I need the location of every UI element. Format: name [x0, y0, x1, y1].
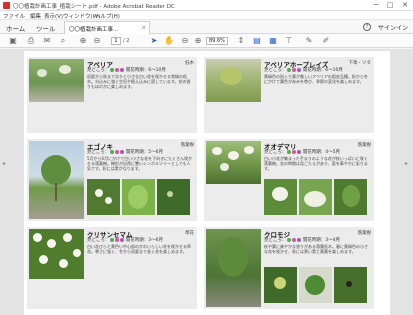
plant-category: 落葉樹 — [180, 143, 195, 148]
plant-description: 白い小花が集まった手まりのような花が枝いっぱいに咲く落葉樹。花の時期は見ごたえが… — [264, 156, 368, 171]
thumbnail-fruit — [157, 179, 190, 215]
thumbnail-flower — [264, 267, 297, 303]
plant-card: オオデマリ 落葉樹 見どころ： 開花時期：4～5月 白い小花が集まった手まりのよ… — [204, 139, 374, 221]
plant-meta: 見どころ： 開花時期：6～10月 — [87, 67, 166, 73]
toolbar: ▣ ⎙ ✉ ⌕ ⊕ ⊖ 1 / 2 ➤ ✋ ⊖ ⊕ 89.6% ⇕ ▤ ▦ ⊤ … — [0, 34, 413, 48]
thumbnail-flower — [264, 179, 297, 215]
plant-category: 下草・ツタ — [348, 61, 372, 66]
page-up-icon[interactable]: ⊕ — [78, 36, 88, 46]
scroll-mode-icon[interactable]: ▤ — [252, 36, 262, 46]
plant-description: 5月から6月にかけて白い小さな花を下向きにたくさん咲かせる落葉樹。樹形が自然に整… — [87, 156, 193, 171]
right-panel-toggle-icon[interactable]: ▸ — [405, 160, 408, 167]
menu-file[interactable]: ファイル — [3, 12, 25, 20]
sign-in-link[interactable]: サインイン — [378, 23, 408, 32]
select-cursor-icon[interactable]: ➤ — [149, 36, 159, 46]
tab-tools[interactable]: ツール — [36, 23, 56, 33]
maximize-button[interactable]: □ — [384, 1, 396, 9]
page-total: / 2 — [123, 38, 130, 44]
pen-icon[interactable]: ✐ — [321, 36, 331, 46]
fill-sign-icon[interactable]: ⊤ — [284, 36, 294, 46]
minimize-button[interactable]: ─ — [370, 1, 382, 9]
tab-document-label: 〇〇植栽計画工事... — [69, 27, 119, 33]
tab-document[interactable]: 〇〇植栽計画工事... × — [64, 21, 150, 34]
plant-photo — [206, 141, 261, 184]
plant-photo — [29, 141, 84, 219]
plant-card: アベリア 低木 見どころ： 開花時期：6～10月 初夏から秋まで次々と小さな白い… — [27, 57, 197, 133]
menu-edit[interactable]: 編集 — [30, 12, 41, 20]
tab-bar: ホーム ツール 〇〇植栽計画工事... × ? サインイン — [0, 20, 413, 34]
plant-category: 落葉樹 — [357, 143, 372, 148]
plant-meta: 見どころ： 開花時期：4～5月 — [264, 149, 341, 155]
email-icon[interactable]: ✉ — [42, 36, 52, 46]
print-icon[interactable]: ⎙ — [26, 36, 36, 46]
plant-photo — [206, 59, 261, 102]
plant-description: 白い花びらと黄色い中心部のかわいらしい花を咲かせる草花。寒さに強く、冬から初夏ま… — [87, 244, 191, 254]
menu-view[interactable]: 表示(V) — [44, 12, 63, 20]
plant-photo — [206, 229, 261, 307]
plant-description: 初夏から秋まで次々と小さな白い花を咲かせる常緑の低木。刈込みに強く生垣や植え込み… — [87, 74, 191, 89]
left-panel-toggle-icon[interactable]: ◂ — [2, 160, 5, 167]
close-window-button[interactable]: ✕ — [399, 1, 411, 9]
menu-bar: ファイル 編集 表示(V) ウィンドウ(W) ヘルプ(H) — [0, 11, 413, 20]
plant-card: アベリアホープレイズ 下草・ツタ 見どころ： 開花時期：6～10月 黄緑色の斑入… — [204, 57, 374, 133]
help-icon[interactable]: ? — [363, 23, 371, 31]
title-bar: 〇〇植栽計画工事_植栽シート.pdf - Adobe Acrobat Reade… — [0, 0, 413, 11]
plant-category: 草花 — [185, 231, 194, 236]
plant-meta: 見どころ： 開花時期：6～10月 — [264, 67, 343, 73]
read-mode-icon[interactable]: ▦ — [268, 36, 278, 46]
zoom-select[interactable]: 89.6% — [206, 37, 228, 45]
window-title: 〇〇植栽計画工事_植栽シート.pdf - Adobe Acrobat Reade… — [13, 4, 175, 10]
save-icon[interactable]: ▣ — [8, 36, 18, 46]
plant-category: 低木 — [185, 61, 194, 66]
acrobat-logo-icon — [3, 2, 10, 9]
page-number-input[interactable]: 1 — [111, 37, 121, 45]
menu-help[interactable]: ヘルプ(H) — [95, 12, 120, 20]
plant-description: 枝や葉に爽やかな香りがある落葉低木。春に黄緑色の小さな花を咲かせ、秋には黒い実と… — [264, 244, 368, 254]
page-down-icon[interactable]: ⊖ — [92, 36, 102, 46]
thumbnail-flower — [87, 179, 120, 215]
thumbnail-leaf — [299, 267, 332, 303]
hand-icon[interactable]: ✋ — [164, 36, 174, 46]
thumbnail-fruit — [334, 267, 367, 303]
thumbnail-leaf — [122, 179, 155, 215]
pdf-page: アベリア 低木 見どころ： 開花時期：6～10月 初夏から秋まで次々と小さな白い… — [24, 51, 390, 315]
close-tab-icon[interactable]: × — [141, 25, 146, 31]
plant-photo — [29, 229, 84, 279]
plant-card: エゴノキ 落葉樹 見どころ： 開花時期：5～6月 5月から6月にかけて白い小さな… — [27, 139, 197, 221]
plant-card: クロモジ 落葉樹 見どころ： 開花時期：3～4月 枝や葉に爽やかな香りがある落葉… — [204, 227, 374, 309]
thumbnail-leaf — [334, 179, 367, 215]
zoom-out-icon[interactable]: ⊖ — [180, 36, 190, 46]
plant-meta: 見どころ： 開花時期：3～4月 — [264, 237, 341, 243]
comment-icon[interactable]: ✎ — [304, 36, 314, 46]
zoom-in-icon[interactable]: ⊕ — [193, 36, 203, 46]
plant-meta: 見どころ： 開花時期：5～6月 — [87, 149, 164, 155]
plant-card: クリサンセマム 草花 見どころ： 開花時期：3～6月 白い花びらと黄色い中心部の… — [27, 227, 197, 309]
plant-meta: 見どころ： 開花時期：3～6月 — [87, 237, 164, 243]
tab-home[interactable]: ホーム — [6, 23, 25, 33]
plant-photo — [29, 59, 84, 102]
plant-description: 黄緑色の斑入り葉が美しいアベリアの園芸品種。秋から冬にかけて葉色が赤みを帯び、季… — [264, 74, 368, 84]
thumbnail-bloom — [299, 179, 332, 215]
plant-category: 落葉樹 — [357, 231, 372, 236]
search-icon[interactable]: ⌕ — [58, 36, 68, 46]
fit-page-icon[interactable]: ⇕ — [236, 36, 246, 46]
